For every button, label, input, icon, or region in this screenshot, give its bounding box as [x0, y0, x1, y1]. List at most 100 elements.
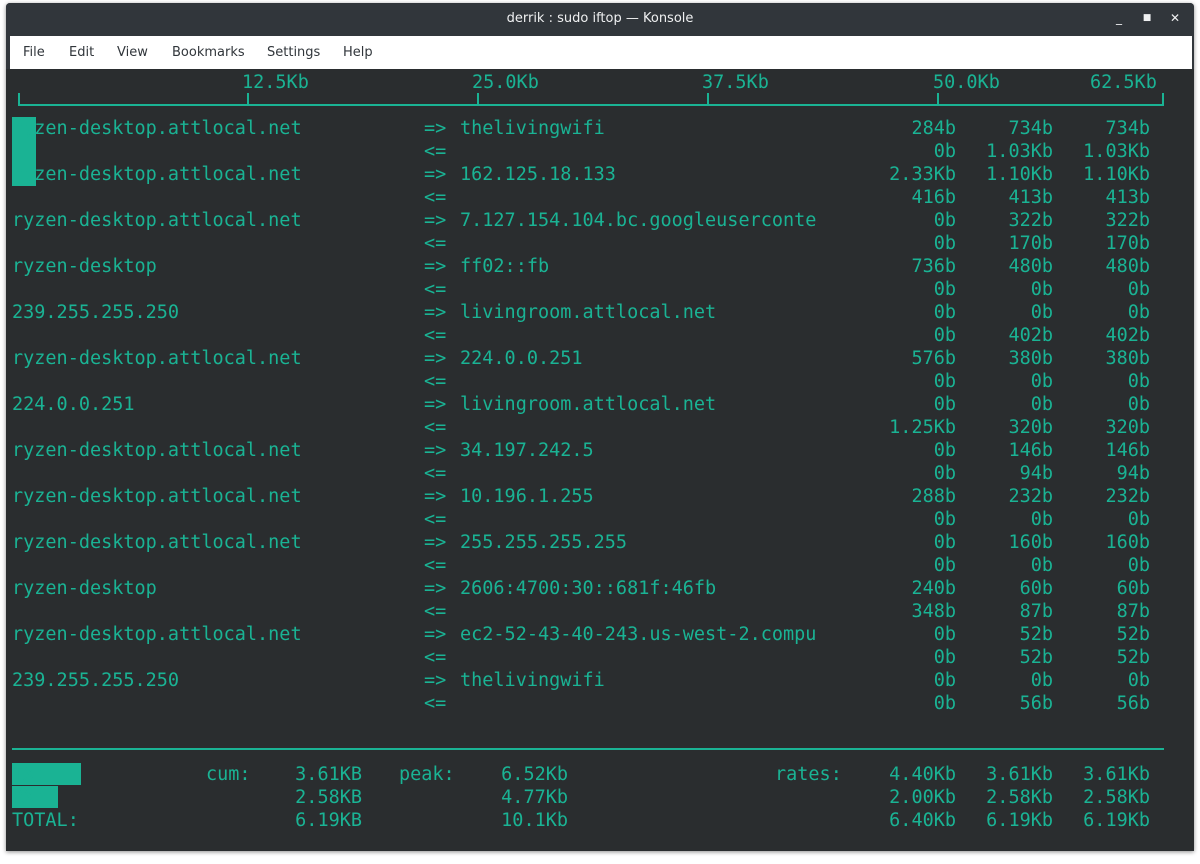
rate-in: 0b [933, 279, 956, 300]
source-host: ryzen-desktop.attlocal.net [12, 348, 302, 369]
arrow-in: <= [424, 509, 447, 530]
scale-label: 37.5Kb [702, 72, 769, 93]
destination-host: ec2-52-43-40-243.us-west-2.compu [460, 624, 817, 645]
rates-label: rates: [775, 764, 842, 785]
arrow-out: => [424, 486, 447, 507]
totals-divider [12, 748, 1164, 750]
arrow-in: <= [424, 693, 447, 714]
arrow-in: <= [424, 371, 447, 392]
rate-out: 0b [933, 532, 956, 553]
destination-host: 7.127.154.104.bc.googleuserconte [460, 210, 817, 231]
rate-out: 0b [1030, 394, 1053, 415]
destination-host: 255.255.255.255 [460, 532, 628, 553]
source-host: ryzen-desktop.attlocal.net [12, 164, 302, 185]
rate-in: 1.03Kb [1083, 141, 1150, 162]
rate-in: 320b [1105, 417, 1150, 438]
totals-label: TOTAL: [12, 810, 79, 831]
rate-in: 94b [1019, 463, 1053, 484]
terminal-area[interactable]: 12.5Kb 25.0Kb 37.5Kb 50.0Kb 62.5Kb ryzen… [6, 69, 1194, 851]
menu-settings[interactable]: Settings [267, 36, 320, 69]
rate-out: 322b [1105, 210, 1150, 231]
totals-label: TX: [12, 764, 46, 785]
rate-out: 480b [1105, 256, 1150, 277]
rate-in: 0b [933, 371, 956, 392]
rate-out: 380b [1008, 348, 1053, 369]
rate-in: 0b [1127, 555, 1150, 576]
rate-in: 0b [933, 325, 956, 346]
menu-help[interactable]: Help [343, 36, 373, 69]
menu-view[interactable]: View [117, 36, 148, 69]
arrow-out: => [424, 578, 447, 599]
maximize-icon[interactable]: ■ [1138, 9, 1156, 27]
rate-in: 0b [933, 647, 956, 668]
close-icon[interactable]: ✕ [1166, 9, 1184, 27]
rate-out: 734b [1105, 118, 1150, 139]
rate-in: 348b [911, 601, 956, 622]
arrow-in: <= [424, 279, 447, 300]
source-host: ryzen-desktop.attlocal.net [12, 118, 302, 139]
title-bar[interactable]: derrik : sudo iftop — Konsole _ ■ ✕ [6, 3, 1194, 34]
destination-host: 162.125.18.133 [460, 164, 616, 185]
rate-in: 0b [1127, 279, 1150, 300]
rate-out: 734b [1008, 118, 1053, 139]
arrow-out: => [424, 670, 447, 691]
rate-in: 416b [911, 187, 956, 208]
source-host: ryzen-desktop.attlocal.net [12, 624, 302, 645]
rate-in: 0b [1127, 509, 1150, 530]
rate-value: 2.00Kb [889, 787, 956, 808]
window-title: derrik : sudo iftop — Konsole [506, 11, 694, 26]
arrow-in: <= [424, 233, 447, 254]
rate-out: 60b [1116, 578, 1150, 599]
destination-host: 34.197.242.5 [460, 440, 594, 461]
rate-in: 0b [1030, 279, 1053, 300]
rate-in: 320b [1008, 417, 1053, 438]
rate-out: 380b [1105, 348, 1150, 369]
minimize-icon[interactable]: _ [1110, 9, 1128, 27]
peak-value: 10.1Kb [501, 810, 568, 831]
rate-out: 0b [933, 624, 956, 645]
totals-label: RX: [12, 787, 46, 808]
rate-in: 0b [933, 693, 956, 714]
source-host: ryzen-desktop.attlocal.net [12, 440, 302, 461]
scale-label: 25.0Kb [472, 72, 539, 93]
scale-label: 62.5Kb [1090, 72, 1157, 93]
rate-in: 87b [1019, 601, 1053, 622]
scale-tick [477, 93, 479, 105]
rate-in: 0b [933, 555, 956, 576]
menu-bookmarks[interactable]: Bookmarks [172, 36, 245, 69]
destination-host: ff02::fb [460, 256, 550, 277]
rate-in: 413b [1008, 187, 1053, 208]
menu-file[interactable]: File [23, 36, 45, 69]
scale-tick [937, 93, 939, 105]
rate-in: 52b [1019, 647, 1053, 668]
rate-out: 284b [911, 118, 956, 139]
rate-out: 0b [933, 440, 956, 461]
destination-host: 10.196.1.255 [460, 486, 594, 507]
arrow-out: => [424, 118, 447, 139]
rate-out: 0b [1030, 670, 1053, 691]
scale-label: 50.0Kb [933, 72, 1000, 93]
rate-in: 0b [1127, 371, 1150, 392]
cum-label: cum: [206, 764, 251, 785]
rate-value: 2.58Kb [986, 787, 1053, 808]
rate-in: 0b [933, 463, 956, 484]
rate-in: 94b [1116, 463, 1150, 484]
rate-out: 288b [911, 486, 956, 507]
rate-value: 6.19Kb [986, 810, 1053, 831]
rate-in: 56b [1116, 693, 1150, 714]
rate-in: 0b [1030, 509, 1053, 530]
scale-tick [18, 93, 20, 105]
rate-out: 146b [1008, 440, 1053, 461]
rate-out: 232b [1105, 486, 1150, 507]
menu-edit[interactable]: Edit [69, 36, 94, 69]
rate-in: 170b [1008, 233, 1053, 254]
destination-host: 2606:4700:30::681f:46fb [460, 578, 717, 599]
arrow-in: <= [424, 325, 447, 346]
arrow-in: <= [424, 187, 447, 208]
source-host: ryzen-desktop.attlocal.net [12, 486, 302, 507]
rate-out: 232b [1008, 486, 1053, 507]
rate-value: 4.40Kb [889, 764, 956, 785]
rate-in: 0b [933, 233, 956, 254]
rate-in: 402b [1008, 325, 1053, 346]
arrow-out: => [424, 348, 447, 369]
